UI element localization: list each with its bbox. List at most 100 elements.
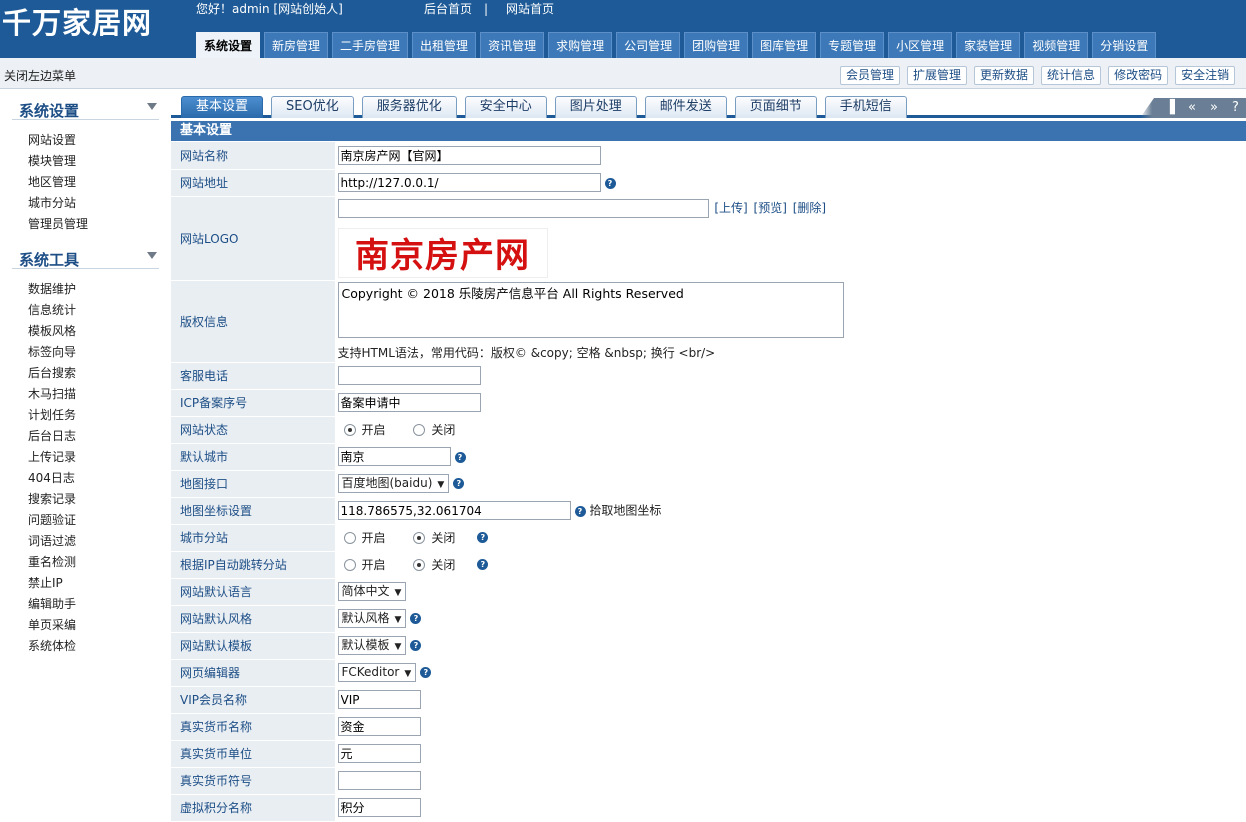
points-name-input[interactable] [337,798,421,817]
main-tab-4[interactable]: 资讯管理 [480,32,545,58]
help-icon[interactable]: ? [420,667,432,678]
default-city-input[interactable] [337,447,451,466]
sub-tab-4[interactable]: 图片处理 [554,96,637,118]
sidebar-item[interactable]: 词语过滤 [28,531,171,552]
main-tab-10[interactable]: 小区管理 [888,32,953,58]
main-tab-11[interactable]: 家装管理 [956,32,1021,58]
main-tab-0[interactable]: 系统设置 [196,32,261,58]
collapse-arrow-icon[interactable] [147,103,157,110]
ip-redirect-on-radio[interactable] [343,558,356,571]
site-name-input[interactable] [337,145,601,165]
map-api-select[interactable]: 百度地图(baidu) ▼ [337,474,450,493]
sub-tab-7[interactable]: 手机短信 [824,96,907,118]
default-template-select[interactable]: 默认模板 ▼ [337,636,407,655]
site-logo-input[interactable] [337,198,709,218]
sub-tab-6[interactable]: 页面细节 [734,96,817,118]
site-status-off-radio[interactable] [413,423,426,436]
main-tab-2[interactable]: 二手房管理 [332,32,409,58]
sidebar-item[interactable]: 编辑助手 [28,594,171,615]
city-station-off-radio[interactable] [413,531,426,544]
sidebar-item[interactable]: 后台日志 [28,426,171,447]
delete-link[interactable]: [删除] [793,201,826,215]
money-unit-input[interactable] [337,744,421,763]
sidebar-item[interactable]: 数据维护 [28,279,171,300]
sub-tab-5[interactable]: 邮件发送 [644,96,727,118]
main-tab-1[interactable]: 新房管理 [264,32,329,58]
sidebar-group-header[interactable]: 系统设置 [12,90,159,120]
sidebar-item[interactable]: 城市分站 [28,193,171,214]
scroll-left-icon[interactable]: « [1188,99,1196,117]
sub-tab-2[interactable]: 服务器优化 [361,96,457,118]
help-icon[interactable]: ? [453,478,465,489]
help-icon[interactable]: ? [574,505,586,517]
main-tab-3[interactable]: 出租管理 [412,32,477,58]
main-tab-9[interactable]: 专题管理 [820,32,885,58]
editor-select[interactable]: FCKeditor ▼ [337,663,417,682]
main-tab-5[interactable]: 求购管理 [548,32,613,58]
help-icon[interactable]: ? [477,559,489,570]
sidebar-item[interactable]: 标签向导 [28,342,171,363]
city-station-on-radio[interactable] [343,531,356,544]
help-icon[interactable]: ? [477,532,489,543]
sidebar-item[interactable]: 重名检测 [28,552,171,573]
main-tab-8[interactable]: 图库管理 [752,32,817,58]
sub-tab-3[interactable]: 安全中心 [464,96,547,118]
help-icon[interactable]: ? [410,640,422,651]
sidebar-item[interactable]: 信息统计 [28,300,171,321]
sidebar-item[interactable]: 地区管理 [28,172,171,193]
sidebar-item[interactable]: 系统体检 [28,636,171,657]
ip-redirect-off-radio[interactable] [413,558,426,571]
money-symbol-input[interactable] [337,771,421,790]
collapse-arrow-icon[interactable] [147,252,157,259]
toolbar-button-3[interactable]: 统计信息 [1041,66,1102,85]
sub-tab-0[interactable]: 基本设置 [181,96,264,118]
preview-link[interactable]: [预览] [754,201,787,215]
main-tab-6[interactable]: 公司管理 [616,32,681,58]
map-coord-input[interactable] [337,501,571,520]
toolbar-button-4[interactable]: 修改密码 [1108,66,1169,85]
help-icon[interactable]: ? [410,613,422,624]
help-icon[interactable]: ? [1232,99,1239,117]
site-url-input[interactable] [337,173,601,192]
sidebar-item[interactable]: 模板风格 [28,321,171,342]
sidebar-item[interactable]: 模块管理 [28,151,171,172]
help-icon[interactable]: ? [604,177,616,189]
upload-link[interactable]: [上传] [714,201,747,215]
sidebar-item[interactable]: 上传记录 [28,447,171,468]
sidebar-item[interactable]: 404日志 [28,468,171,489]
site-home-link[interactable]: 网站首页 [506,2,554,17]
default-lang-select[interactable]: 简体中文 ▼ [337,582,407,601]
icp-input[interactable] [337,393,481,412]
admin-home-link[interactable]: 后台首页 [424,2,472,17]
sidebar-item[interactable]: 管理员管理 [28,214,171,235]
service-phone-input[interactable] [337,366,481,385]
sidebar-item[interactable]: 搜索记录 [28,489,171,510]
sidebar-group-header[interactable]: 系统工具 [12,239,159,269]
toolbar-button-5[interactable]: 安全注销 [1175,66,1236,85]
help-icon[interactable]: ? [454,452,466,463]
sidebar-item[interactable]: 网站设置 [28,130,171,151]
site-status-on-radio[interactable] [343,423,356,436]
sidebar-item[interactable]: 禁止IP [28,573,171,594]
sidebar-item[interactable]: 计划任务 [28,405,171,426]
sub-tab-1[interactable]: SEO优化 [271,96,354,118]
main-tab-7[interactable]: 团购管理 [684,32,749,58]
sidebar-item[interactable]: 问题验证 [28,510,171,531]
main-tab-13[interactable]: 分销设置 [1092,32,1157,58]
vip-name-input[interactable] [337,690,421,709]
main-tab-12[interactable]: 视频管理 [1024,32,1089,58]
toolbar-button-0[interactable]: 会员管理 [840,66,901,85]
toolbar-button-1[interactable]: 扩展管理 [907,66,968,85]
copyright-textarea[interactable]: Copyright © 2018 乐陵房产信息平台 All Rights Res… [337,281,844,338]
scroll-right-icon[interactable]: » [1210,99,1218,117]
sidebar-item[interactable]: 木马扫描 [28,384,171,405]
sidebar-item[interactable]: 后台搜索 [28,363,171,384]
collapse-icon[interactable]: ▌ [1170,99,1180,117]
money-name-input[interactable] [337,717,421,736]
sidebar-item[interactable]: 单页采编 [28,615,171,636]
toolbar-button-2[interactable]: 更新数据 [974,66,1035,85]
close-left-menu-link[interactable]: 关闭左边菜单 [4,67,76,84]
pick-coord-link[interactable]: 拾取地图坐标 [589,504,661,518]
map-coord-label: 地图坐标设置 [171,497,336,525]
default-style-select[interactable]: 默认风格 ▼ [337,609,407,628]
